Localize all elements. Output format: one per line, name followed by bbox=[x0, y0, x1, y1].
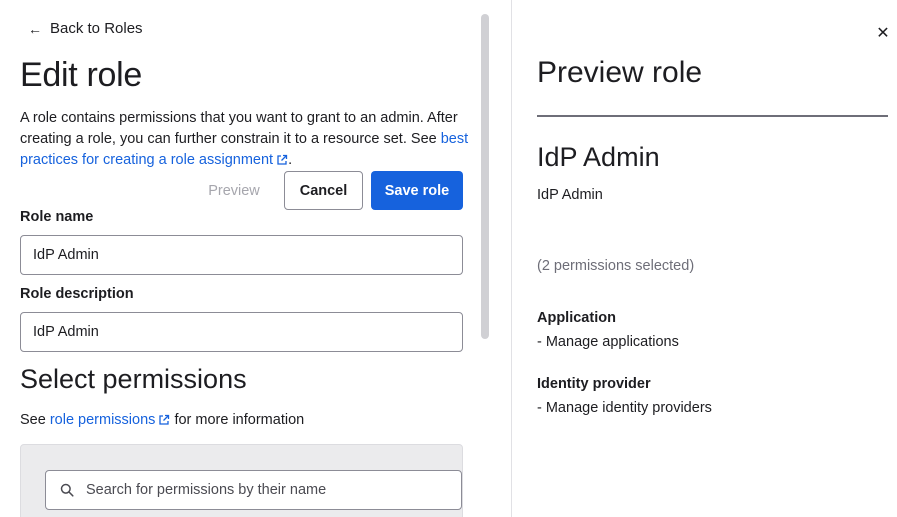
scrollbar[interactable] bbox=[481, 14, 489, 339]
permission-group-title: Identity provider bbox=[537, 376, 651, 392]
arrow-left-icon: ← bbox=[28, 20, 42, 37]
permission-group-title: Application bbox=[537, 310, 616, 326]
preview-divider bbox=[537, 115, 888, 117]
page-title: Edit role bbox=[20, 56, 143, 94]
permissions-count: (2 permissions selected) bbox=[537, 258, 695, 274]
search-icon bbox=[60, 483, 74, 497]
back-to-roles-label: Back to Roles bbox=[50, 20, 143, 37]
role-name-label: Role name bbox=[20, 209, 94, 225]
role-name-input[interactable] bbox=[20, 235, 463, 275]
preview-role-name: IdP Admin bbox=[537, 142, 660, 172]
role-description-label: Role description bbox=[20, 286, 134, 302]
save-role-button[interactable]: Save role bbox=[371, 171, 463, 210]
preview-button[interactable]: Preview bbox=[200, 171, 268, 210]
select-permissions-heading: Select permissions bbox=[20, 364, 247, 394]
permissions-search-area bbox=[20, 444, 463, 517]
back-to-roles-link[interactable]: ← Back to Roles bbox=[28, 20, 143, 37]
external-link-icon bbox=[277, 154, 288, 165]
permissions-info: See role permissions for more informatio… bbox=[20, 412, 304, 428]
search-box[interactable] bbox=[45, 470, 462, 510]
preview-role-description: IdP Admin bbox=[537, 187, 603, 203]
preview-panel: ✕ Preview role IdP Admin IdP Admin (2 pe… bbox=[512, 0, 897, 517]
intro-end: . bbox=[288, 152, 293, 168]
role-permissions-link[interactable]: role permissions bbox=[50, 412, 171, 428]
role-permissions-label: role permissions bbox=[49, 412, 156, 428]
permission-item: - Manage applications bbox=[537, 334, 679, 350]
intro-text: A role contains permissions that you wan… bbox=[20, 108, 470, 171]
permission-search-input[interactable] bbox=[84, 481, 448, 499]
perm-info-suffix: for more information bbox=[170, 412, 305, 428]
close-button[interactable]: ✕ bbox=[875, 26, 891, 42]
close-icon: ✕ bbox=[876, 25, 890, 42]
edit-role-panel: ← Back to Roles Edit role A role contain… bbox=[0, 0, 478, 517]
intro-body: A role contains permissions that you wan… bbox=[20, 110, 458, 147]
preview-title: Preview role bbox=[537, 56, 703, 89]
role-description-input[interactable] bbox=[20, 312, 463, 352]
perm-info-prefix: See bbox=[20, 412, 50, 428]
cancel-button[interactable]: Cancel bbox=[284, 171, 363, 210]
permission-item: - Manage identity providers bbox=[537, 400, 712, 416]
external-link-icon bbox=[159, 414, 170, 425]
